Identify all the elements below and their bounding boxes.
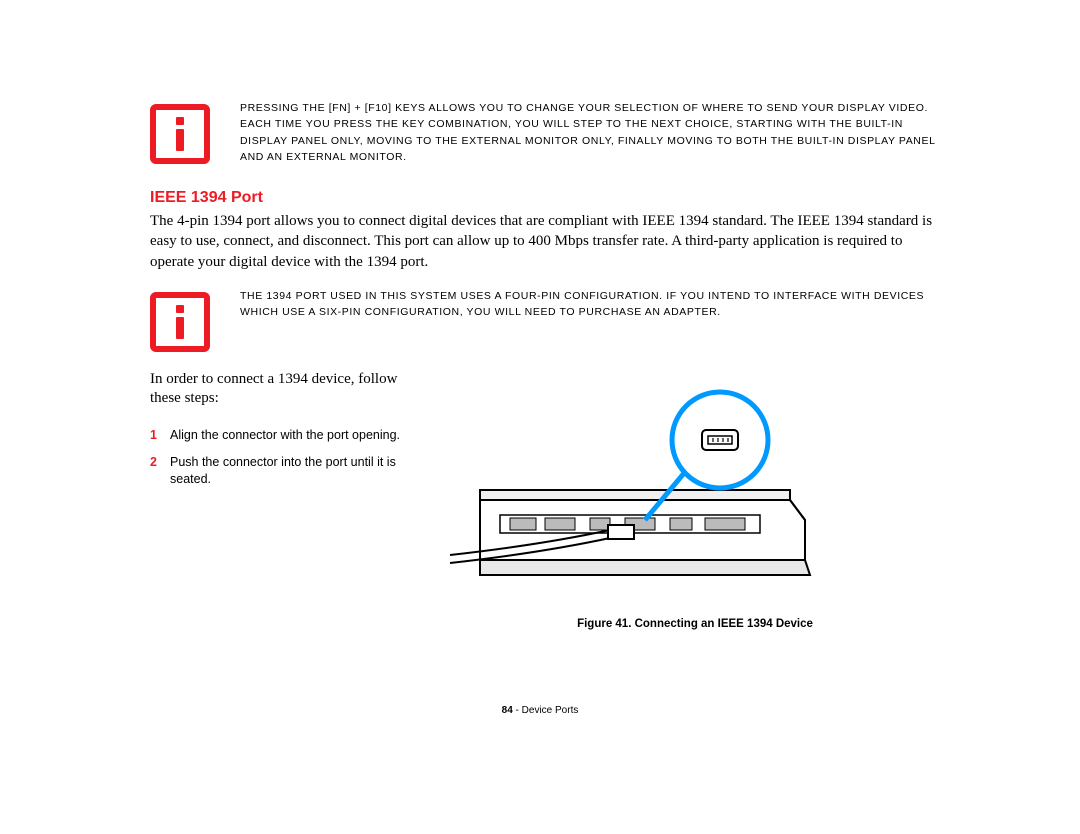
body-paragraph: The 4-pin 1394 port allows you to connec… xyxy=(150,211,940,272)
page-footer: 84 - Device Ports xyxy=(0,705,1080,716)
step-text: Align the connector with the port openin… xyxy=(170,427,410,444)
section-heading: IEEE 1394 Port xyxy=(150,189,940,207)
info-note-2-text: The 1394 port used in this system uses a… xyxy=(240,288,940,321)
step-item: 1 Align the connector with the port open… xyxy=(150,427,410,444)
info-note-2: The 1394 port used in this system uses a… xyxy=(150,288,940,352)
info-icon xyxy=(150,104,210,164)
info-icon xyxy=(150,292,210,352)
step-text: Push the connector into the port until i… xyxy=(170,454,410,488)
figure-illustration xyxy=(450,370,820,600)
info-note-1: Pressing the [Fn] + [F10] keys allows yo… xyxy=(150,100,940,165)
step-number: 2 xyxy=(150,454,170,488)
step-number: 1 xyxy=(150,427,170,444)
steps-lead-in: In order to connect a 1394 device, follo… xyxy=(150,370,410,409)
figure-caption: Figure 41. Connecting an IEEE 1394 Devic… xyxy=(450,618,940,630)
info-note-1-text: Pressing the [Fn] + [F10] keys allows yo… xyxy=(240,100,940,165)
footer-section: Device Ports xyxy=(522,705,579,716)
step-item: 2 Push the connector into the port until… xyxy=(150,454,410,488)
page-number: 84 xyxy=(502,705,513,716)
